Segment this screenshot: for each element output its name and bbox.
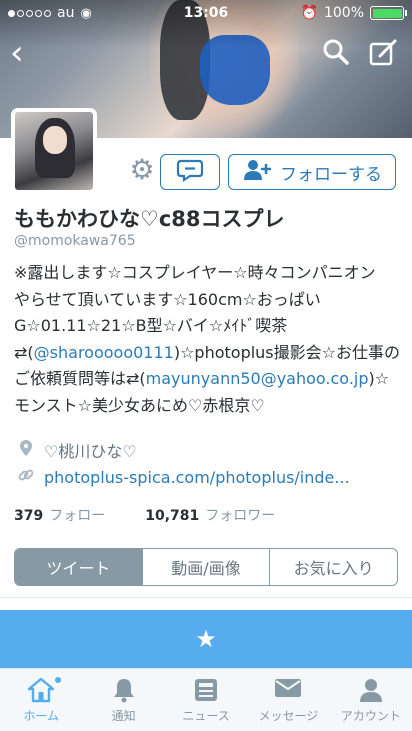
gear-icon[interactable]: ⚙	[128, 156, 156, 184]
tab-favorites[interactable]: お気に入り	[269, 549, 397, 585]
envelope-icon	[274, 677, 302, 703]
follow-button[interactable]: フォローする	[228, 154, 396, 190]
following-count[interactable]: 379 フォロー	[14, 505, 105, 525]
compose-icon[interactable]	[368, 38, 398, 74]
link-icon	[18, 467, 34, 487]
follow-label: フォローする	[280, 164, 382, 185]
profile-tabs: ツイート 動画/画像 お気に入り	[14, 548, 398, 586]
battery-percent: 100%	[323, 5, 364, 21]
carrier-label: au	[57, 5, 75, 21]
bell-icon	[112, 677, 136, 703]
alarm-icon: ⏰	[300, 5, 318, 21]
display-name: ももかわひな♡c88コスプレ	[14, 207, 285, 231]
mention-link[interactable]: @sharooooo0111	[34, 343, 174, 362]
wifi-icon: ◉	[80, 5, 92, 21]
avatar[interactable]	[11, 108, 97, 194]
profile-bio: ※露出します☆コスプレイヤー☆時々コンパニオン やらせて頂いています☆160cm…	[14, 263, 400, 415]
news-icon	[193, 677, 219, 703]
star-icon: ★	[195, 625, 217, 653]
tab-home[interactable]: ホーム	[0, 669, 82, 731]
add-user-icon	[242, 158, 272, 187]
tab-account[interactable]: アカウント	[330, 669, 412, 731]
tab-news[interactable]: ニュース	[165, 669, 247, 731]
profile-location: ♡桃川ひな♡	[18, 438, 137, 462]
tab-tweets[interactable]: ツイート	[15, 549, 142, 585]
tab-media[interactable]: 動画/画像	[141, 549, 270, 585]
battery-icon	[370, 6, 407, 20]
username: @momokawa765	[14, 233, 136, 249]
location-pin-icon	[18, 440, 34, 460]
profile-url[interactable]: photoplus-spica.com/photoplus/inde...	[18, 467, 350, 487]
signal-icon	[8, 9, 51, 17]
chevron-left-icon[interactable]: ‹	[10, 36, 24, 70]
status-bar: au ◉ 13:06 ⏰ 100%	[0, 0, 412, 26]
home-icon	[27, 676, 62, 703]
search-icon[interactable]	[322, 38, 350, 72]
profile-stats: 379 フォロー 10,781 フォロワー	[14, 505, 275, 525]
bottom-tab-bar: ホーム 通知 ニュース メッセージ アカウント	[0, 668, 412, 731]
divider	[0, 597, 412, 598]
message-icon	[175, 158, 205, 186]
favorite-bar[interactable]: ★	[0, 610, 412, 668]
followers-count[interactable]: 10,781 フォロワー	[145, 505, 275, 525]
email-link[interactable]: mayunyann50@yahoo.co.jp	[146, 369, 369, 388]
person-icon	[358, 677, 384, 703]
tab-notifications[interactable]: 通知	[82, 669, 164, 731]
tab-messages[interactable]: メッセージ	[247, 669, 329, 731]
message-button[interactable]	[160, 154, 220, 190]
